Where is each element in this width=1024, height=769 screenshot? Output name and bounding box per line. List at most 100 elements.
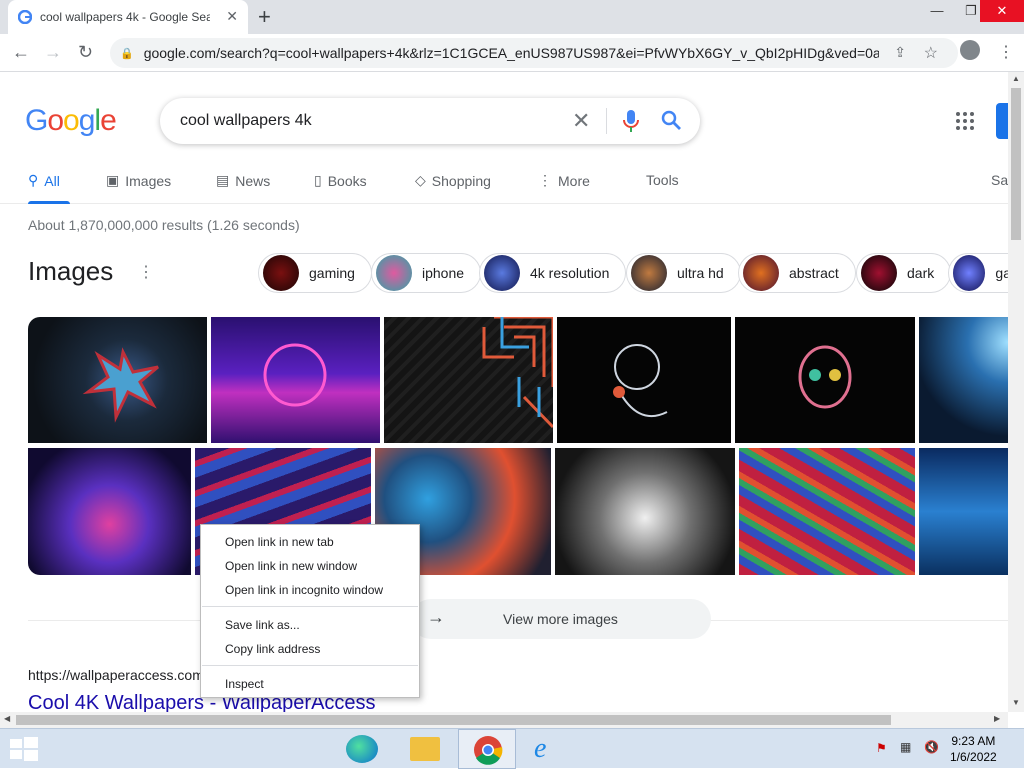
tab-shopping[interactable]: ◇ Shopping	[415, 172, 491, 189]
chip-iphone[interactable]: iphone	[371, 253, 482, 293]
context-menu: Open link in new tab Open link in new wi…	[200, 524, 420, 698]
tab-news[interactable]: ▤ News	[216, 172, 270, 189]
horizontal-scrollbar[interactable]: ◀ ▶	[0, 712, 1008, 728]
image-result[interactable]	[557, 317, 731, 443]
chip-gaming[interactable]: gaming	[258, 253, 372, 293]
chip-thumbnail	[743, 255, 779, 291]
minimize-icon[interactable]: —	[920, 0, 954, 22]
action-center-flag-icon[interactable]: ⚑	[876, 741, 887, 755]
google-apps-icon[interactable]	[956, 112, 974, 130]
vertical-scrollbar[interactable]: ▲ ▼	[1008, 72, 1024, 712]
scroll-thumb[interactable]	[1011, 88, 1021, 240]
search-icon: ⚲	[28, 172, 39, 188]
menu-save-link-as[interactable]: Save link as...	[225, 618, 300, 632]
search-icon[interactable]	[660, 108, 684, 134]
image-result[interactable]	[384, 315, 555, 443]
back-icon[interactable]: ←	[12, 42, 30, 63]
close-tab-icon[interactable]: ✕	[226, 8, 238, 25]
menu-separator	[202, 665, 418, 666]
chip-thumbnail	[861, 255, 897, 291]
windows-start-icon[interactable]	[10, 737, 38, 761]
chip-abstract[interactable]: abstract	[738, 253, 856, 293]
image-result[interactable]	[919, 448, 1008, 575]
menu-open-incognito[interactable]: Open link in incognito window	[225, 583, 383, 597]
tab-more[interactable]: ⋮ More	[538, 172, 590, 189]
image-result[interactable]	[739, 448, 915, 575]
tab-label: Tools	[646, 172, 679, 188]
google-favicon-icon	[18, 10, 32, 24]
logo-letter: g	[78, 104, 96, 137]
chip-ultra-hd[interactable]: ultra hd	[626, 253, 741, 293]
volume-muted-icon[interactable]: 🔇	[924, 740, 939, 754]
more-vert-icon[interactable]: ⋮	[138, 262, 154, 282]
image-result[interactable]	[211, 317, 380, 443]
browser-tab[interactable]: cool wallpapers 4k - Google Search ✕	[8, 0, 248, 34]
chrome-taskbar-button[interactable]	[458, 729, 516, 769]
scroll-right-icon[interactable]: ▶	[994, 714, 1000, 723]
scroll-left-icon[interactable]: ◀	[4, 714, 10, 723]
image-result[interactable]	[555, 448, 735, 575]
share-icon[interactable]: ⇪	[894, 44, 906, 61]
close-window-icon[interactable]: ✕	[980, 0, 1024, 22]
chrome-menu-icon[interactable]: ⋮	[998, 42, 1014, 62]
microphone-icon[interactable]	[622, 108, 640, 134]
tab-books[interactable]: ▯ Books	[314, 172, 367, 189]
menu-open-new-window[interactable]: Open link in new window	[225, 559, 357, 573]
image-result[interactable]	[919, 317, 1008, 443]
chip-thumbnail	[953, 255, 986, 291]
bookmark-star-icon[interactable]: ☆	[924, 43, 938, 63]
tab-label: More	[558, 172, 590, 189]
view-more-images-button[interactable]: → View more images	[411, 599, 711, 639]
chip-dark[interactable]: dark	[856, 253, 952, 293]
image-result[interactable]	[28, 317, 207, 443]
lock-icon[interactable]: 🔒	[120, 47, 134, 60]
chip-label: gaming	[309, 265, 355, 281]
logo-letter: o	[63, 104, 80, 137]
active-tab-indicator	[28, 201, 70, 204]
scroll-up-icon[interactable]: ▲	[1012, 74, 1020, 83]
file-explorer-icon[interactable]	[410, 737, 440, 761]
tab-tools[interactable]: Tools	[646, 172, 679, 188]
tab-images[interactable]: ▣ Images	[106, 172, 171, 189]
logo-letter: e	[100, 104, 117, 137]
search-input[interactable]	[180, 110, 560, 132]
chip-label: iphone	[422, 265, 465, 281]
image-result[interactable]	[735, 317, 915, 443]
address-bar[interactable]: 🔒 google.com/search?q=cool+wallpapers+4k…	[110, 38, 958, 68]
internet-explorer-icon[interactable]: e	[534, 733, 546, 765]
maze-image	[482, 315, 555, 429]
star-shape-image	[82, 347, 159, 423]
tab-all[interactable]: ⚲ All	[28, 172, 60, 189]
chip-4k-resolution[interactable]: 4k resolution	[479, 253, 627, 293]
google-logo[interactable]: Google	[25, 104, 117, 138]
tab-label: Shopping	[431, 172, 491, 189]
edge-icon[interactable]	[346, 735, 378, 763]
tab-title: cool wallpapers 4k - Google Search	[40, 10, 210, 24]
chrome-icon	[474, 736, 503, 765]
tab-safesearch[interactable]: Sa	[991, 172, 1008, 188]
tag-icon: ◇	[415, 172, 426, 188]
url-text: google.com/search?q=cool+wallpapers+4k&r…	[143, 45, 879, 61]
new-tab-button[interactable]: +	[258, 4, 271, 30]
tab-label: Books	[327, 172, 367, 189]
search-box: ✕	[160, 98, 700, 144]
chip-thumbnail	[484, 255, 520, 291]
clear-icon[interactable]: ✕	[572, 108, 590, 134]
scroll-thumb[interactable]	[16, 715, 891, 725]
system-clock[interactable]: 9:23 AM 1/6/2022	[950, 733, 997, 765]
menu-copy-link-address[interactable]: Copy link address	[225, 642, 320, 656]
clock-time: 9:23 AM	[951, 734, 996, 748]
search-tabs: ⚲ All ▣ Images ▤ News ▯ Books ◇ Shopping ⋮ Mor…	[0, 164, 1010, 204]
image-result[interactable]	[28, 448, 191, 575]
scroll-down-icon[interactable]: ▼	[1012, 698, 1020, 707]
book-icon: ▯	[314, 172, 322, 188]
forward-icon[interactable]: →	[44, 42, 62, 63]
menu-inspect[interactable]: Inspect	[225, 677, 264, 691]
reload-icon[interactable]: ↻	[78, 42, 93, 63]
menu-open-new-tab[interactable]: Open link in new tab	[225, 535, 334, 549]
chip-label: ultra hd	[677, 265, 724, 281]
chip-label: dark	[907, 265, 935, 281]
tab-strip: cool wallpapers 4k - Google Search ✕ + —…	[0, 0, 1024, 34]
profile-avatar-icon[interactable]	[960, 40, 980, 60]
network-icon[interactable]: ▦	[900, 740, 911, 754]
